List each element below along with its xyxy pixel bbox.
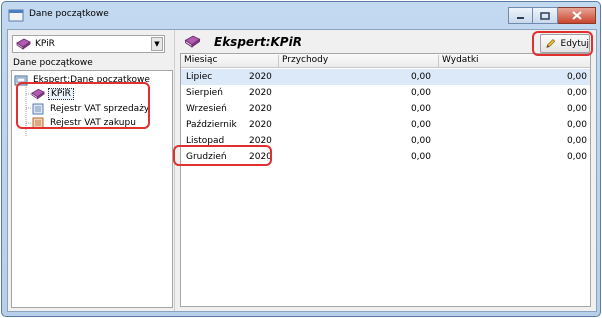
book-icon: [16, 38, 31, 50]
left-panel: KPiR ▼ Dane początkowe Ekspert:Dane pocz…: [11, 33, 174, 308]
cell-month: Lipiec: [186, 72, 213, 82]
cell-month: Sierpień: [186, 88, 223, 98]
column-header-month[interactable]: Miesiąc: [181, 55, 279, 67]
cell-year: 2020: [249, 104, 272, 114]
cell-expense: 0,00: [566, 120, 587, 130]
cell-expense: 0,00: [566, 104, 587, 114]
table-row[interactable]: Wrzesień 2020 0,00 0,00: [181, 101, 590, 117]
close-icon: [571, 11, 582, 20]
close-button[interactable]: [558, 7, 596, 24]
table-row[interactable]: Lipiec 2020 0,00 0,00: [181, 69, 590, 85]
cell-year: 2020: [249, 120, 272, 130]
maximize-icon: [540, 11, 550, 20]
grid-header: Miesiąc Przychody Wydatki: [181, 54, 590, 68]
data-type-combo[interactable]: KPiR ▼: [12, 35, 165, 53]
highlight-december-row: [173, 145, 272, 166]
cell-income: 0,00: [410, 120, 431, 130]
cell-month: Wrzesień: [186, 104, 227, 114]
cell-income: 0,00: [410, 72, 431, 82]
title-bar[interactable]: Dane początkowe: [2, 2, 600, 29]
data-grid[interactable]: Miesiąc Przychody Wydatki Lipiec 2020 0,…: [180, 53, 591, 307]
cell-expense: 0,00: [566, 88, 587, 98]
cell-income: 0,00: [410, 104, 431, 114]
cell-expense: 0,00: [566, 72, 587, 82]
cell-income: 0,00: [410, 152, 431, 162]
column-header-expense[interactable]: Wydatki: [439, 55, 592, 67]
column-header-income[interactable]: Przychody: [279, 55, 439, 67]
cell-year: 2020: [249, 88, 272, 98]
cell-month: Październik: [186, 120, 237, 130]
section-label: Dane początkowe: [13, 58, 93, 68]
combo-value: KPiR: [35, 39, 55, 49]
table-row[interactable]: Październik 2020 0,00 0,00: [181, 117, 590, 133]
right-panel: Ekspert:KPiR Edytuj Miesiąc Przychody Wy…: [178, 32, 595, 309]
maximize-button[interactable]: [533, 7, 558, 24]
window-app-icon: [8, 9, 24, 22]
page-title: Ekspert:KPiR: [214, 35, 302, 49]
minimize-icon: [517, 17, 524, 19]
client-area: KPiR ▼ Dane początkowe Ekspert:Dane pocz…: [7, 29, 597, 312]
app-window: Dane początkowe KPiR ▼ Dane początkowe E…: [1, 1, 601, 317]
cell-year: 2020: [249, 72, 272, 82]
cell-income: 0,00: [410, 136, 431, 146]
cell-expense: 0,00: [566, 152, 587, 162]
window-title: Dane początkowe: [29, 9, 109, 19]
highlight-tree-items: [16, 82, 150, 129]
highlight-edit-button: [532, 31, 593, 56]
book-icon: [184, 35, 201, 48]
minimize-button[interactable]: [508, 7, 533, 24]
chevron-down-icon[interactable]: ▼: [151, 37, 163, 51]
cell-income: 0,00: [410, 88, 431, 98]
table-row[interactable]: Sierpień 2020 0,00 0,00: [181, 85, 590, 101]
cell-expense: 0,00: [566, 136, 587, 146]
